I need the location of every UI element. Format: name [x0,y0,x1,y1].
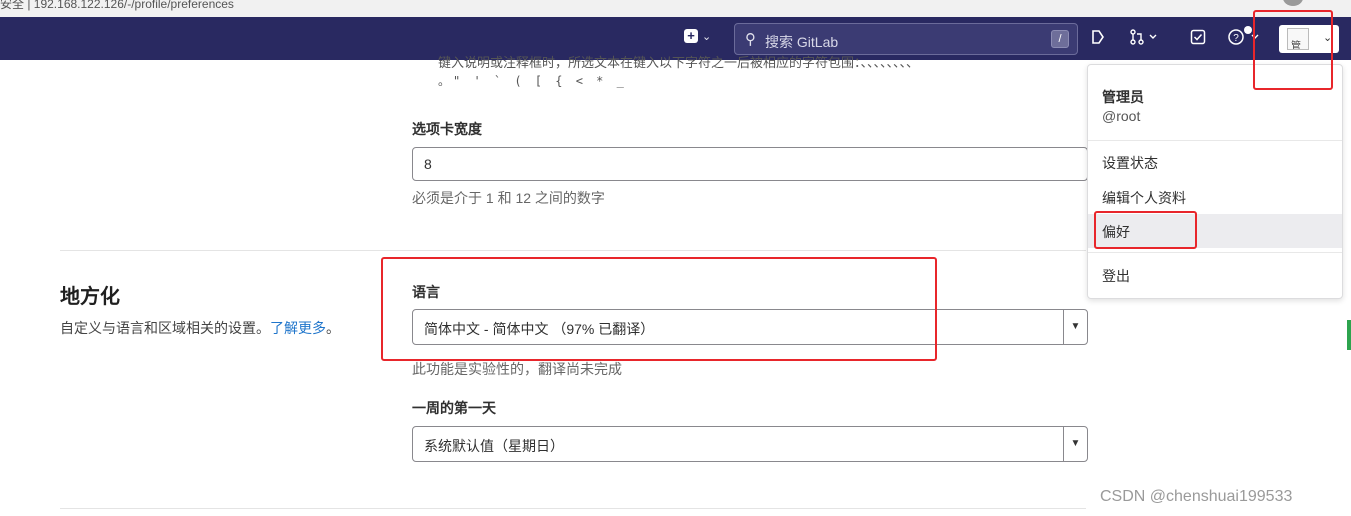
chevron-down-icon: ⌄ [1323,32,1333,44]
localization-title: 地方化 [60,286,120,308]
learn-more-link[interactable]: 了解更多 [270,320,326,336]
localization-description: 自定义与语言和区域相关的设置。了解更多。 [60,320,340,336]
chevron-down-icon: ▼ [1063,427,1087,461]
user-menu-button[interactable]: 管 ⌄ [1279,25,1339,53]
chevron-down-icon: ▼ [1063,310,1087,344]
search-placeholder: 搜索 GitLab [765,34,839,50]
search-input[interactable]: ⚲ 搜索 GitLab / [734,23,1078,55]
menu-divider [1088,252,1342,253]
tab-width-help: 必须是介于 1 和 12 之间的数字 [412,190,605,206]
first-day-label: 一周的第一天 [412,400,496,416]
new-menu-button[interactable]: + ⌄ [684,29,711,43]
plus-square-icon: + [684,29,698,43]
language-label: 语言 [412,284,440,300]
section-divider [60,508,1086,509]
user-dropdown-menu: 管理员 @root 设置状态 编辑个人资料 偏好 登出 [1087,64,1343,299]
menu-item-preferences[interactable]: 偏好 [1088,214,1342,248]
merge-request-icon[interactable] [1130,29,1158,49]
todo-icon[interactable] [1190,29,1206,49]
svg-text:?: ? [1233,33,1239,44]
user-handle: @root [1102,108,1141,124]
user-display-name: 管理员 [1102,89,1144,105]
first-day-select[interactable]: 系统默认值（星期日） ▼ [412,426,1088,462]
menu-item-sign-out[interactable]: 登出 [1088,258,1342,292]
search-icon: ⚲ [745,31,756,48]
chevron-down-icon: ⌄ [702,30,712,43]
language-select[interactable]: 简体中文 - 简体中文 （97% 已翻译） ▼ [412,309,1088,345]
edge-indicator [1347,320,1351,350]
browser-toolbar: 安全 | 192.168.122.126/-/profile/preferenc… [0,0,1351,17]
language-help: 此功能是实验性的，翻译尚未完成 [412,361,622,377]
menu-divider [1088,140,1342,141]
menu-item-set-status[interactable]: 设置状态 [1088,145,1342,179]
tab-width-label: 选项卡宽度 [412,121,482,137]
avatar: 管 [1287,28,1309,50]
menu-item-edit-profile[interactable]: 编辑个人资料 [1088,180,1342,214]
surround-selection-help: 键入说明或注释框时，所选文本在键入以下字符之一后被相应的字符包围：、、、、、、、… [438,55,920,88]
watermark: CSDN @chenshuai199533 [1100,488,1293,505]
tab-width-input[interactable]: 8 [412,147,1088,181]
browser-url[interactable]: 安全 | 192.168.122.126/-/profile/preferenc… [0,0,234,12]
section-divider [60,250,1086,251]
search-shortcut-badge: / [1051,30,1069,48]
notification-dot [1244,26,1252,34]
browser-profile-icon[interactable] [1283,0,1303,6]
issues-icon[interactable] [1090,29,1106,49]
